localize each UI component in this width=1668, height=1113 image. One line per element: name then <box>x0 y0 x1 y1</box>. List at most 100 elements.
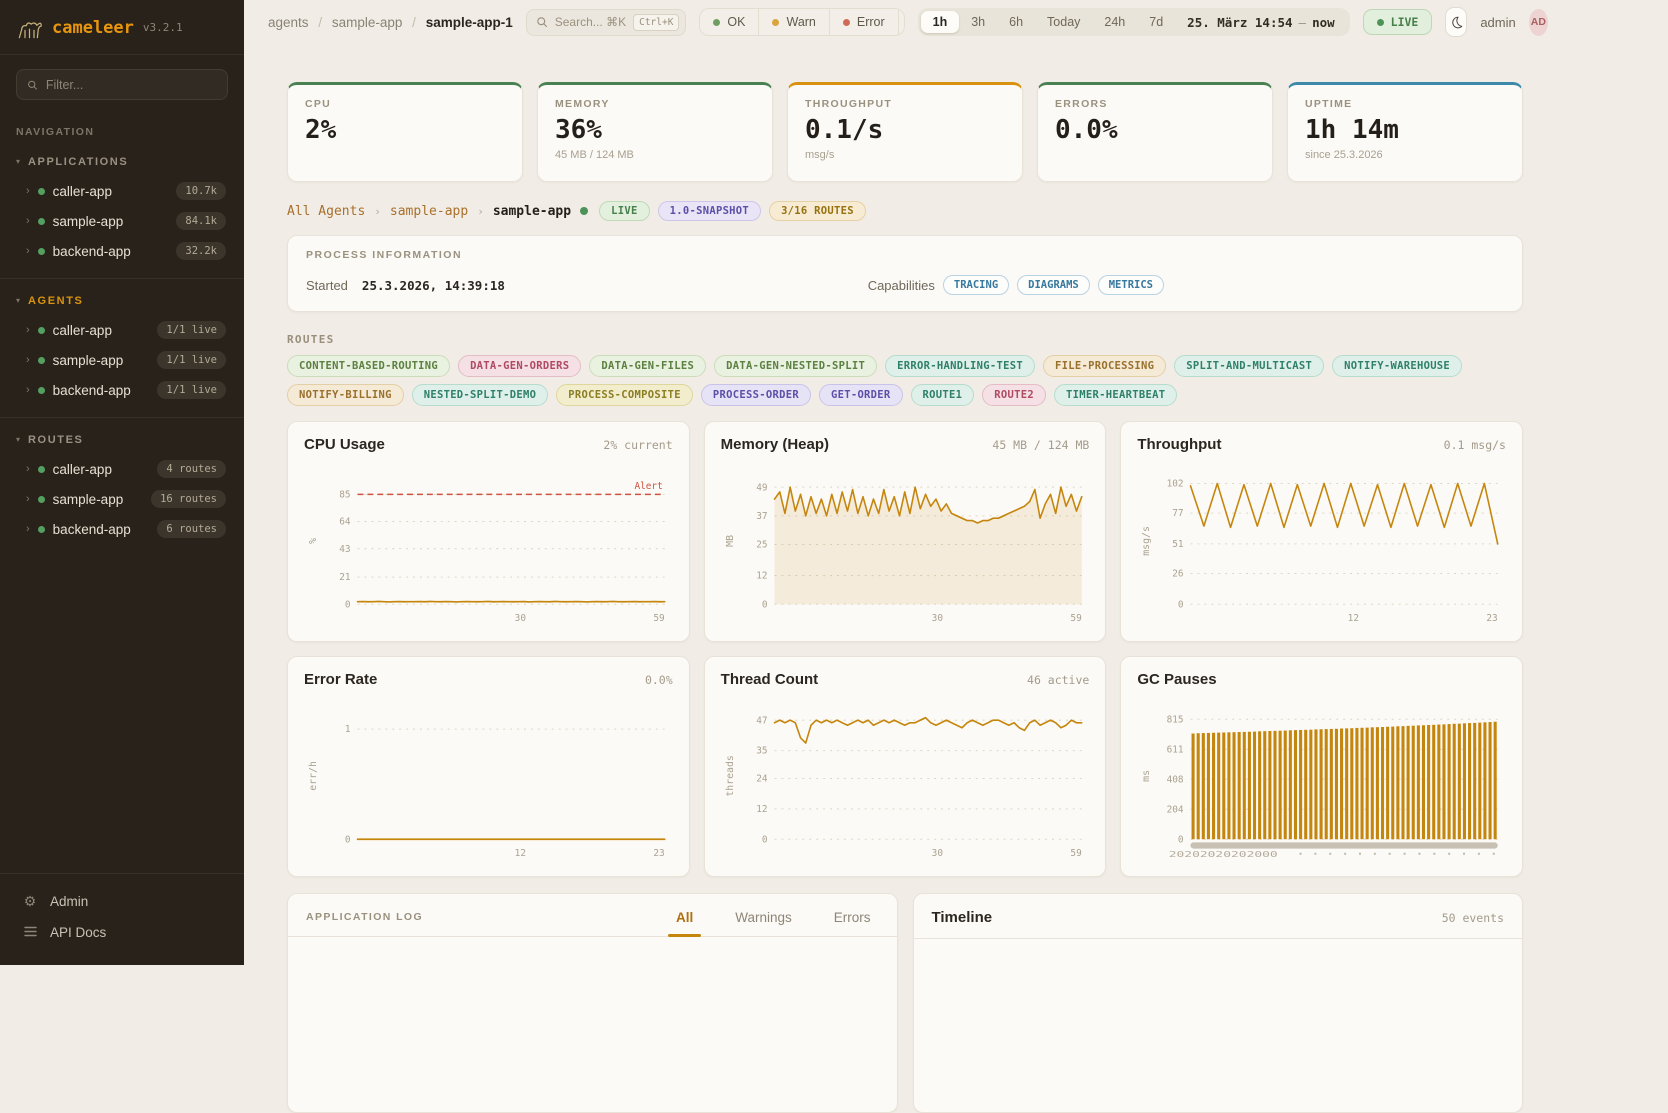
sidebar-item-routes-sample-app[interactable]: ›sample-app16 routes <box>10 484 234 514</box>
svg-text:25: 25 <box>756 539 768 550</box>
sidebar-item-routes-caller-app[interactable]: ›caller-app4 routes <box>10 454 234 484</box>
time-separator: — <box>1299 15 1307 30</box>
filter-input[interactable] <box>46 78 217 92</box>
route-chip-route2[interactable]: ROUTE2 <box>982 384 1046 406</box>
sidebar-item-api-docs[interactable]: API Docs <box>16 917 228 947</box>
count-badge: 32.2k <box>176 242 226 260</box>
breadcrumb-separator: / <box>412 15 416 30</box>
time-range-today[interactable]: Today <box>1035 11 1092 33</box>
capability-chips: TRACINGDIAGRAMSMETRICS <box>943 275 1164 295</box>
status-dot <box>38 387 45 394</box>
count-badge: 84.1k <box>176 212 226 230</box>
svg-text:611: 611 <box>1167 744 1184 755</box>
count-badge: 6 routes <box>157 520 226 538</box>
chevron-down-icon: ▾ <box>16 297 20 305</box>
memory-chart: 012253749MB3059 <box>721 461 1090 625</box>
metric-label: UPTIME <box>1305 98 1505 110</box>
route-chip-split-and-multicast[interactable]: SPLIT-AND-MULTICAST <box>1174 355 1324 377</box>
route-chip-route1[interactable]: ROUTE1 <box>911 384 975 406</box>
agent-status-dot <box>580 207 588 215</box>
agent-badges: LIVE1.0-SNAPSHOT3/16 ROUTES <box>599 201 866 221</box>
search-box[interactable]: Search... ⌘K Ctrl+K <box>526 9 687 36</box>
route-chip-data-gen-orders[interactable]: DATA-GEN-ORDERS <box>458 355 581 377</box>
svg-text:0: 0 <box>1178 834 1184 845</box>
route-chip-notify-billing[interactable]: NOTIFY-BILLING <box>287 384 404 406</box>
status-filter-ok[interactable]: OK <box>700 9 758 35</box>
chart-title: Throughput <box>1137 436 1221 453</box>
agent-breadcrumb-bar: All Agents › sample-app › sample-app LIV… <box>287 201 1523 221</box>
route-chip-nested-split-demo[interactable]: NESTED-SPLIT-DEMO <box>412 384 549 406</box>
section-label: APPLICATIONS <box>28 156 128 168</box>
chart-card-throughput: Throughput0.1 msg/s0265177102msg/s1223 <box>1120 421 1523 642</box>
route-chip-process-composite[interactable]: PROCESS-COMPOSITE <box>556 384 693 406</box>
app-version: v3.2.1 <box>143 21 183 34</box>
sidebar-section-header-routes[interactable]: ▾ROUTES <box>10 430 234 454</box>
sidebar-item-agents-sample-app[interactable]: ›sample-app1/1 live <box>10 345 234 375</box>
time-range-display[interactable]: 25. März 14:54—now <box>1175 15 1346 30</box>
status-filter-warn[interactable]: Warn <box>758 9 828 35</box>
route-chip-data-gen-nested-split[interactable]: DATA-GEN-NESTED-SPLIT <box>714 355 877 377</box>
metric-subtext: since 25.3.2026 <box>1305 149 1505 161</box>
time-range-24h[interactable]: 24h <box>1092 11 1137 33</box>
sidebar-section-applications: ▾APPLICATIONS›caller-app10.7k›sample-app… <box>0 144 244 272</box>
status-dot <box>38 466 45 473</box>
chart-card-threads: Thread Count46 active012243547threads305… <box>704 656 1107 877</box>
sidebar-item-admin[interactable]: ⚙ Admin <box>16 886 228 917</box>
status-dot <box>38 357 45 364</box>
sidebar-item-applications-sample-app[interactable]: ›sample-app84.1k <box>10 206 234 236</box>
time-range-7d[interactable]: 7d <box>1137 11 1175 33</box>
user-name[interactable]: admin <box>1480 15 1515 30</box>
breadcrumb-sample-app[interactable]: sample-app <box>332 15 403 30</box>
sidebar-item-agents-caller-app[interactable]: ›caller-app1/1 live <box>10 315 234 345</box>
gear-icon: ⚙ <box>22 893 38 910</box>
capability-chip-diagrams: DIAGRAMS <box>1017 275 1090 295</box>
svg-text:43: 43 <box>339 544 351 555</box>
log-tab-all[interactable]: All <box>668 910 701 936</box>
route-chip-timer-heartbeat[interactable]: TIMER-HEARTBEAT <box>1054 384 1177 406</box>
item-label: caller-app <box>53 323 112 338</box>
sidebar-section-agents: ▾AGENTS›caller-app1/1 live›sample-app1/1… <box>0 278 244 411</box>
route-chip-error-handling-test[interactable]: ERROR-HANDLING-TEST <box>885 355 1035 377</box>
chart-card-memory: Memory (Heap)45 MB / 124 MB012253749MB30… <box>704 421 1107 642</box>
search-icon <box>27 79 38 91</box>
route-chip-file-processing[interactable]: FILE-PROCESSING <box>1043 355 1166 377</box>
status-filter-running[interactable]: Running <box>898 9 905 35</box>
chart-title: Thread Count <box>721 671 819 688</box>
capability-chip-metrics: METRICS <box>1098 275 1164 295</box>
sidebar-item-routes-backend-app[interactable]: ›backend-app6 routes <box>10 514 234 544</box>
sample-app-link[interactable]: sample-app <box>390 204 468 219</box>
svg-text:MB: MB <box>725 535 736 547</box>
time-range-3h[interactable]: 3h <box>959 11 997 33</box>
timeline-title: Timeline <box>932 909 993 926</box>
log-tab-warnings[interactable]: Warnings <box>727 910 800 936</box>
sidebar-item-applications-backend-app[interactable]: ›backend-app32.2k <box>10 236 234 266</box>
sidebar-section-header-applications[interactable]: ▾APPLICATIONS <box>10 152 234 176</box>
time-range-1h[interactable]: 1h <box>921 11 960 33</box>
item-label: backend-app <box>53 522 131 537</box>
route-chip-get-order[interactable]: GET-ORDER <box>819 384 903 406</box>
chart-card-gc: GC Pauses0204408611815ms20202020202000 <box>1120 656 1523 877</box>
route-chip-data-gen-files[interactable]: DATA-GEN-FILES <box>589 355 706 377</box>
breadcrumb-agents[interactable]: agents <box>268 15 309 30</box>
svg-text:Alert: Alert <box>634 481 662 492</box>
route-chip-process-order[interactable]: PROCESS-ORDER <box>701 384 811 406</box>
sidebar-filter[interactable] <box>16 69 228 100</box>
item-label: caller-app <box>53 462 112 477</box>
time-range-6h[interactable]: 6h <box>997 11 1035 33</box>
route-chip-notify-warehouse[interactable]: NOTIFY-WAREHOUSE <box>1332 355 1462 377</box>
theme-toggle-button[interactable] <box>1445 7 1467 37</box>
charts-grid: CPU Usage2% current021436485%Alert3059Me… <box>287 421 1523 877</box>
status-filter-error[interactable]: Error <box>829 9 898 35</box>
logo-row[interactable]: cameleer v3.2.1 <box>0 0 244 55</box>
avatar[interactable]: AD <box>1529 9 1548 36</box>
sidebar-section-header-agents[interactable]: ▾AGENTS <box>10 291 234 315</box>
svg-text:26: 26 <box>1173 568 1185 579</box>
sidebar-item-agents-backend-app[interactable]: ›backend-app1/1 live <box>10 375 234 405</box>
agent-badge-live: LIVE <box>599 201 650 221</box>
log-tab-errors[interactable]: Errors <box>826 910 879 936</box>
search-icon <box>536 16 548 28</box>
all-agents-link[interactable]: All Agents <box>287 204 365 219</box>
sidebar-item-applications-caller-app[interactable]: ›caller-app10.7k <box>10 176 234 206</box>
live-badge[interactable]: LIVE <box>1363 9 1433 35</box>
route-chip-content-based-routing[interactable]: CONTENT-BASED-ROUTING <box>287 355 450 377</box>
